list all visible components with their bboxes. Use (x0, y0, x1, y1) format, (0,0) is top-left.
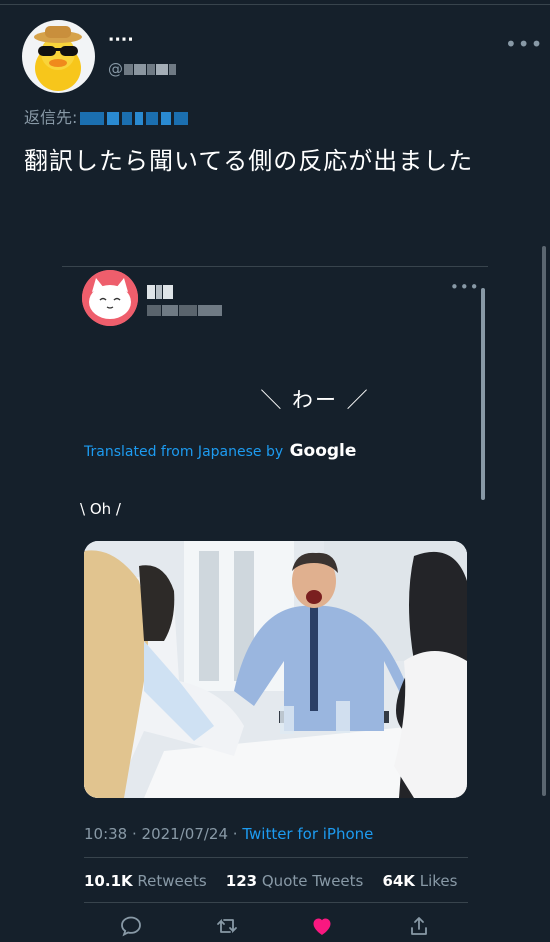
likes-stat[interactable]: 64K Likes (382, 872, 457, 890)
page-scrollbar[interactable] (542, 246, 546, 796)
like-icon[interactable] (310, 914, 334, 938)
top-divider (0, 4, 550, 5)
author-display-name[interactable]: ∙∙∙∙ (108, 30, 134, 50)
reply-to-handle-obscured[interactable] (80, 112, 105, 125)
stats-top-divider (84, 857, 468, 858)
quoted-more-options-icon[interactable]: ••• (450, 280, 480, 295)
author-handle[interactable]: @ (108, 60, 176, 78)
reply-to-line: 返信先: (24, 104, 189, 128)
more-options-icon[interactable]: ••• (505, 34, 543, 54)
retweet-icon[interactable] (215, 914, 239, 938)
tweet-action-bar (0, 912, 550, 942)
quoted-tweet-text: ＼ わー ／ (260, 388, 370, 412)
quote-tweets-stat[interactable]: 123 Quote Tweets (226, 872, 364, 890)
tweet-client-link[interactable]: Twitter for iPhone (242, 825, 373, 843)
google-logo: Google (289, 441, 357, 461)
author-avatar[interactable] (22, 20, 95, 93)
quoted-author-name[interactable] (146, 282, 173, 300)
tweet-timestamp[interactable]: 10:38 · 2021/07/24 · Twitter for iPhone (84, 825, 373, 843)
quoted-author-handle[interactable] (146, 302, 222, 318)
tweet-stats: 10.1K Retweets 123 Quote Tweets 64K Like… (84, 872, 457, 890)
reply-icon[interactable] (119, 914, 143, 938)
quoted-author-avatar[interactable] (82, 270, 138, 326)
tweet-text: 翻訳したら聞いてる側の反応が出ました (24, 147, 474, 175)
retweets-stat[interactable]: 10.1K Retweets (84, 872, 207, 890)
translated-text: \ Oh / (80, 500, 121, 518)
share-icon[interactable] (407, 914, 431, 938)
translation-attribution[interactable]: Translated from Japanese by Google (84, 441, 356, 461)
quote-divider (62, 266, 488, 267)
stats-bottom-divider (84, 902, 468, 903)
tweet-photo[interactable] (84, 541, 467, 798)
